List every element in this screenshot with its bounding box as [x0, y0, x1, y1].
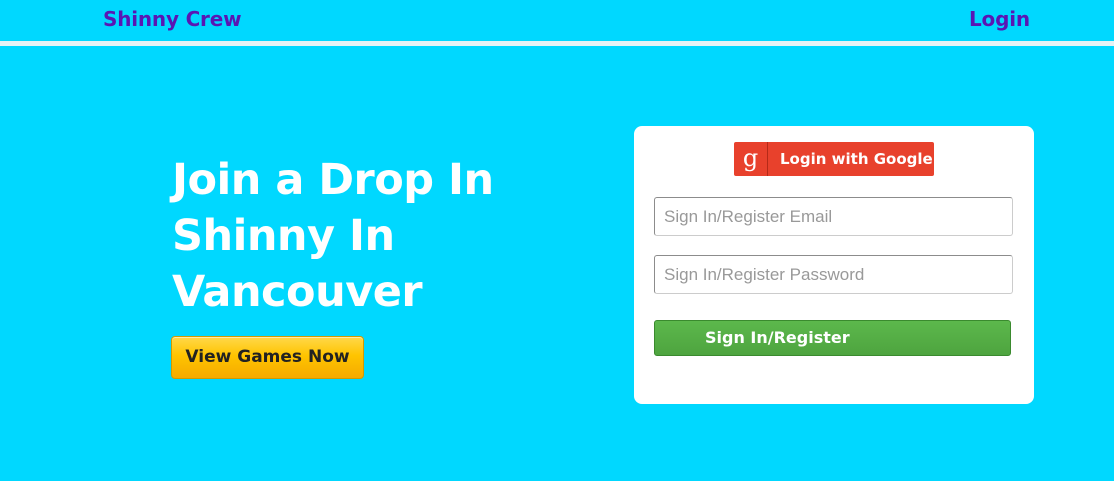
brand-link[interactable]: Shinny Crew: [103, 7, 242, 31]
email-input[interactable]: [654, 197, 1013, 236]
nav-login-link[interactable]: Login: [969, 7, 1030, 31]
google-login-label: Login with Google: [780, 150, 933, 168]
sign-in-register-button[interactable]: Sign In/Register: [654, 320, 1011, 356]
google-icon: g: [734, 142, 768, 176]
password-input[interactable]: [654, 255, 1013, 294]
hero-title: Join a Drop In Shinny In Vancouver: [172, 155, 494, 317]
google-login-button[interactable]: g Login with Google: [734, 142, 934, 176]
view-games-button[interactable]: View Games Now: [171, 336, 364, 379]
navbar-divider: [0, 41, 1114, 46]
top-navbar: Shinny Crew Login: [0, 0, 1114, 41]
login-panel: g Login with Google Sign In/Register: [634, 126, 1034, 404]
